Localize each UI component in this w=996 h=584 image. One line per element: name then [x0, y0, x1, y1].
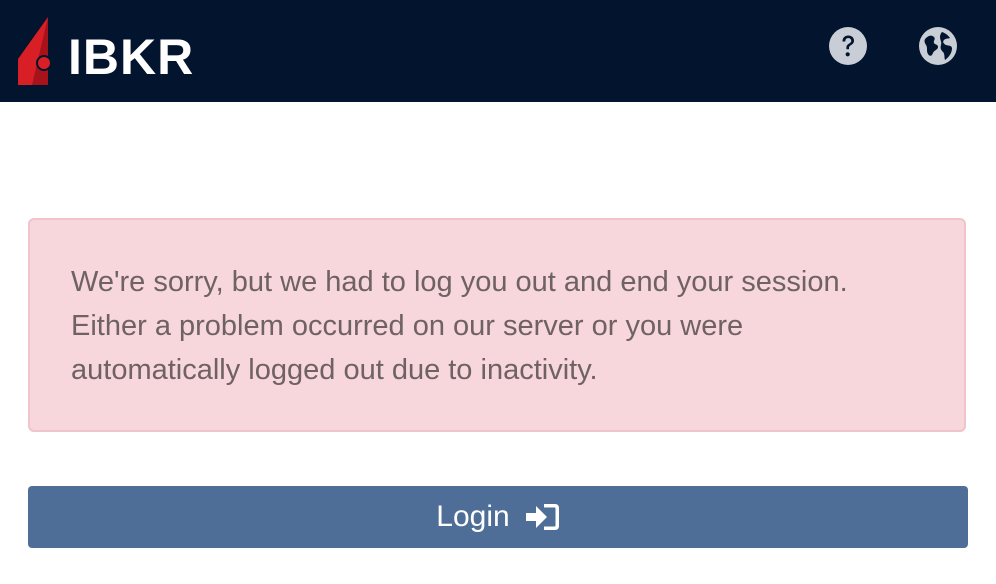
- brand-name: IBKR: [68, 29, 195, 85]
- ibkr-logo-mark-icon: [18, 17, 52, 85]
- alert-line: Either a problem occurred on our server …: [71, 310, 744, 342]
- login-button[interactable]: Login: [28, 486, 968, 548]
- globe-icon[interactable]: [918, 26, 958, 66]
- help-icon[interactable]: [828, 26, 868, 66]
- alert-message: We're sorry, but we had to log you out a…: [71, 260, 941, 392]
- login-button-label: Login: [436, 500, 510, 533]
- session-ended-alert: We're sorry, but we had to log you out a…: [28, 218, 966, 432]
- alert-line: automatically logged out due to inactivi…: [71, 354, 598, 386]
- top-navigation-bar: IBKR: [0, 0, 996, 102]
- sign-in-icon: [525, 504, 559, 530]
- alert-line: We're sorry, but we had to log you out a…: [71, 266, 848, 298]
- ibkr-logo[interactable]: IBKR: [18, 16, 194, 86]
